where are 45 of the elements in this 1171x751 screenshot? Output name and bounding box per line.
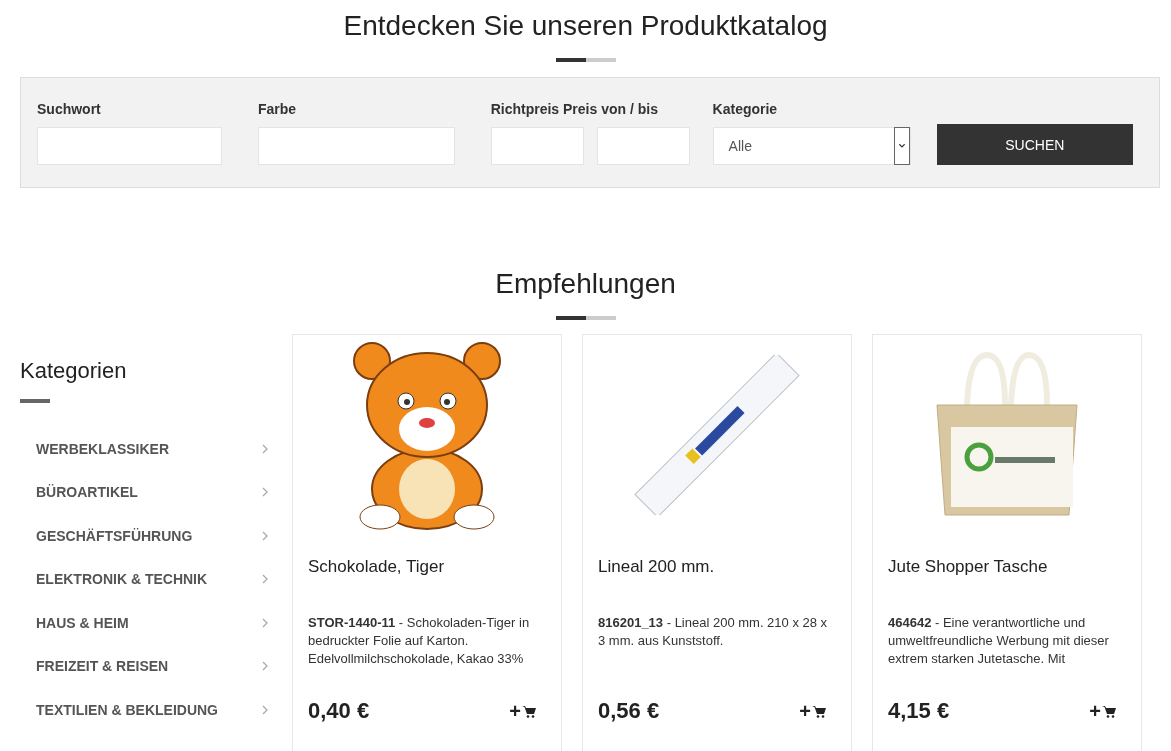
price-to-field[interactable]	[596, 127, 690, 165]
product-description: 816201_13 - Lineal 200 mm. 210 x 28 x 3 mm. aus Kunststoff.	[598, 614, 829, 650]
category-link[interactable]: HAUS & HEIM	[20, 601, 292, 645]
sidebar-title: Kategorien	[20, 357, 128, 385]
category-link[interactable]: GESCHÄFTSFÜHRUNG	[20, 514, 292, 558]
product-description: 464642 - Eine verantwortliche und umweltfreundliche Werbung mit dieser extrem starken Jutetasche. Mit	[888, 614, 1110, 668]
cart-icon	[522, 704, 536, 718]
chevron-right-icon	[262, 617, 268, 628]
add-to-cart-button[interactable]: +	[1089, 699, 1116, 723]
cart-icon	[812, 704, 826, 718]
chevron-right-icon	[262, 704, 268, 715]
product-price: 4,15 €	[888, 698, 950, 724]
category-link[interactable]: TEXTILIEN & BEKLEIDUNG	[20, 688, 292, 732]
product-description: STOR-1440-11 - Schokoladen-Tiger in bedruckter Folie auf Karton. Edelvollmilchschokolade, Kakao 33%	[308, 614, 531, 668]
chevron-right-icon	[262, 661, 268, 672]
product-name[interactable]: Lineal 200 mm.	[598, 557, 836, 579]
category-dropdown[interactable]: Alle	[712, 127, 911, 165]
field-label: Farbe	[257, 101, 298, 119]
input-field[interactable]	[257, 127, 455, 165]
chevron-right-icon	[262, 487, 268, 498]
field-label: Suchwort	[37, 101, 102, 119]
title-underline	[20, 399, 50, 403]
section-title: Empfehlungen	[494, 268, 677, 300]
price-from-field[interactable]	[490, 127, 584, 165]
add-to-cart-button[interactable]: +	[799, 699, 826, 723]
chevron-right-icon	[262, 530, 268, 541]
cart-icon	[1102, 704, 1116, 718]
category-link[interactable]: FREIZEIT & REISEN	[20, 644, 292, 688]
title-underline	[555, 316, 586, 320]
category-link[interactable]: ELEKTRONIK & TECHNIK	[20, 557, 292, 601]
chevron-right-icon	[262, 574, 268, 585]
product-name[interactable]: Jute Shopper Tasche	[888, 557, 1126, 579]
input-field[interactable]	[37, 127, 222, 165]
field-label: Kategorie	[712, 101, 779, 119]
chevron-right-icon	[262, 443, 268, 454]
product-price: 0,40 €	[308, 698, 370, 724]
page-title: Entdecken Sie unseren Produktkatalog	[342, 10, 829, 42]
add-to-cart-button[interactable]: +	[509, 699, 536, 723]
field-label: Richtpreis Preis von / bis	[490, 101, 659, 119]
title-underline	[555, 58, 586, 62]
category-link[interactable]: BÜROARTIKEL	[20, 470, 292, 514]
product-price: 0,56 €	[598, 698, 660, 724]
product-name[interactable]: Schokolade, Tiger	[308, 557, 546, 579]
category-link[interactable]: WERBEKLASSIKER	[20, 427, 292, 471]
search-button[interactable]: SUCHEN	[936, 124, 1133, 165]
